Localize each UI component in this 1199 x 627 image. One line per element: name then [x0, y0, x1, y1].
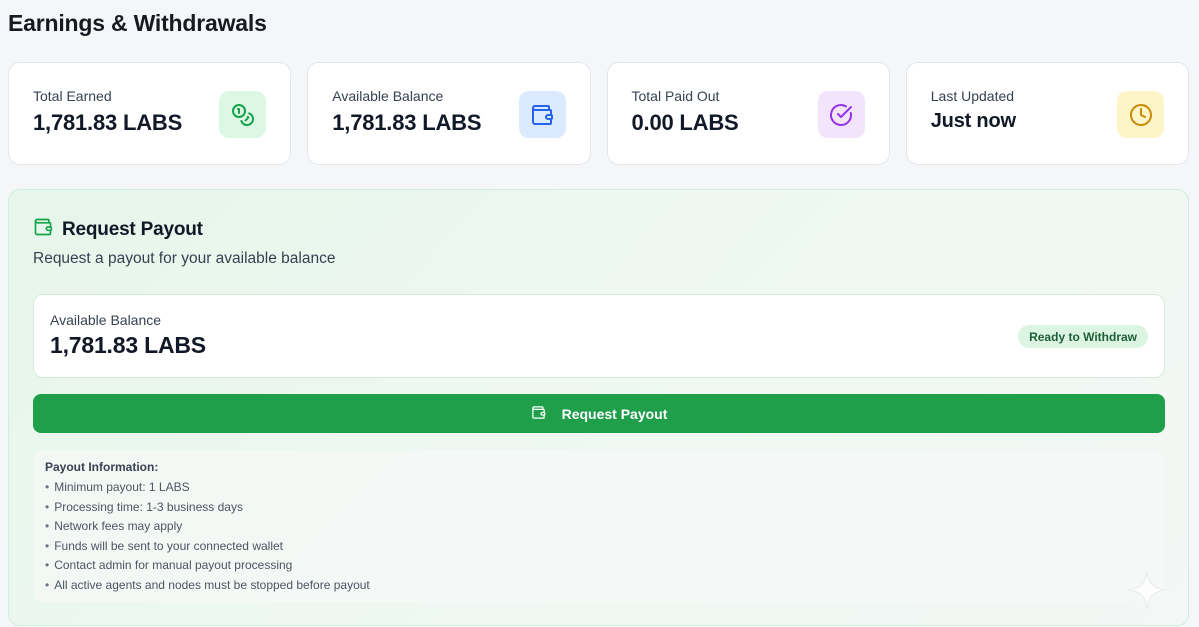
list-item: All active agents and nodes must be stop… [45, 576, 1153, 596]
stat-card-total-paid-out: Total Paid Out 0.00 LABS [606, 62, 890, 165]
page-title: Earnings & Withdrawals [8, 10, 267, 36]
coins-icon [219, 91, 267, 138]
stat-card-last-updated: Last Updated Just now [905, 62, 1189, 165]
wallet-icon [518, 91, 566, 138]
status-badge: Ready to Withdraw [1018, 325, 1148, 348]
list-item: Network fees may apply [45, 517, 1153, 537]
payout-information: Payout Information: Minimum payout: 1 LA… [33, 450, 1165, 602]
info-title: Payout Information: [45, 460, 159, 474]
list-item: Funds will be sent to your connected wal… [45, 537, 1153, 557]
list-item: Contact admin for manual payout processi… [45, 556, 1153, 576]
panel-subtitle: Request a payout for your available bala… [33, 250, 336, 267]
balance-label: Available Balance [50, 312, 162, 328]
button-label: Request Payout [561, 405, 668, 422]
list-item: Minimum payout: 1 LABS [45, 478, 1153, 498]
sparkle-icon [1128, 571, 1166, 609]
stat-card-available-balance: Available Balance 1,781.83 LABS [307, 62, 591, 165]
panel-title: Request Payout [62, 218, 203, 240]
earnings-page: Earnings & Withdrawals Total Earned 1,78… [0, 0, 1199, 627]
check-circle-icon [817, 91, 865, 138]
balance-value: 1,781.83 LABS [50, 332, 206, 358]
request-payout-button[interactable]: Request Payout [33, 394, 1165, 433]
stat-card-total-earned: Total Earned 1,781.83 LABS [8, 62, 292, 165]
clock-icon [1117, 91, 1164, 138]
panel-header: Request Payout [33, 217, 203, 242]
info-list: Minimum payout: 1 LABS Processing time: … [45, 478, 1153, 596]
list-item: Processing time: 1-3 business days [45, 498, 1153, 518]
stats-row: Total Earned 1,781.83 LABS Available Bal… [8, 62, 1189, 165]
wallet-icon [33, 217, 53, 242]
request-payout-panel: Request Payout Request a payout for your… [8, 189, 1189, 626]
wallet-icon [531, 405, 546, 423]
available-balance-box: Available Balance 1,781.83 LABS Ready to… [33, 294, 1165, 378]
